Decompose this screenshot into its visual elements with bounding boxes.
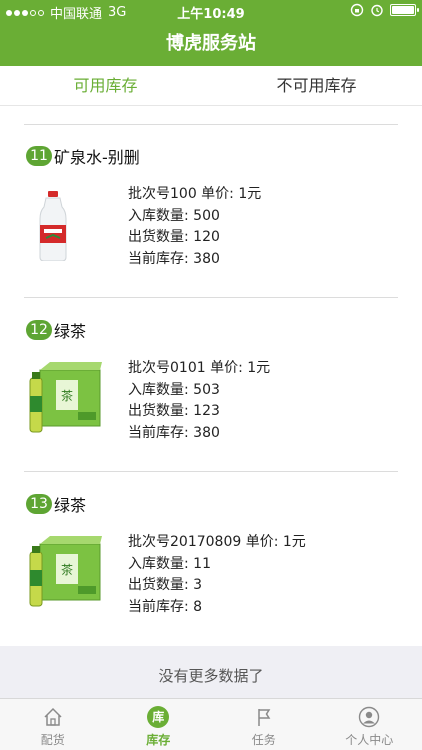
inbound-quantity-text: 入库数量: 11: [128, 555, 211, 572]
item-name: 绿茶: [54, 322, 87, 341]
outbound-quantity-text: 出货数量: 123: [128, 403, 220, 419]
current-stock-text: 当前库存: 380: [128, 250, 220, 267]
batch-price-text: 批次号100 单价: 1元: [128, 186, 262, 202]
bottom-tab-bar: 配货 库 库存 任务 个人中心: [0, 698, 422, 750]
item-details: 批次号0101 单价: 1元 入库数量: 503 出货数量: 123 当前库存:…: [128, 358, 270, 444]
item-index-badge: 11: [26, 146, 52, 166]
tab-unavailable-stock[interactable]: 不可用库存: [211, 66, 422, 105]
user-icon: [357, 705, 381, 729]
item-details: 批次号100 单价: 1元 入库数量: 500 出货数量: 120 当前库存: …: [128, 184, 261, 270]
svg-text:茶: 茶: [61, 388, 73, 403]
green-tea-box-icon: 茶: [29, 536, 102, 607]
tabbar-label: 库存: [146, 733, 171, 747]
divider: [24, 471, 398, 472]
svg-text:茶: 茶: [61, 562, 73, 577]
inventory-list: 11 矿泉水-别删 批次号100 单价: 1元 入库数量: 500 出货数量: …: [0, 106, 422, 646]
tabbar-item-profile[interactable]: 个人中心: [317, 699, 422, 750]
batch-price-text: 批次号20170809 单价: 1元: [128, 534, 306, 550]
water-bottle-icon: [39, 191, 67, 261]
home-icon: [41, 705, 65, 729]
status-bar: 中国联通 3G 上午10:49: [0, 0, 422, 22]
outbound-quantity-text: 出货数量: 120: [128, 229, 220, 245]
tabbar-label: 配货: [40, 733, 65, 747]
no-more-data-message: 没有更多数据了: [0, 646, 422, 698]
item-name: 绿茶: [54, 496, 87, 515]
divider: [24, 297, 398, 298]
tabbar-item-inventory[interactable]: 库 库存: [106, 699, 212, 750]
list-item[interactable]: 12 绿茶 茶 批次号0101 单价: 1元 入库数量: 503 出货数量: 1…: [0, 320, 422, 470]
divider: [24, 124, 398, 125]
green-tea-box-icon: 茶: [29, 362, 102, 433]
current-stock-text: 当前库存: 8: [128, 598, 203, 615]
item-details: 批次号20170809 单价: 1元 入库数量: 11 出货数量: 3 当前库存…: [128, 532, 306, 618]
item-header: 13 绿茶: [26, 494, 87, 515]
tabbar-item-delivery[interactable]: 配货: [0, 699, 106, 750]
tabbar-item-tasks[interactable]: 任务: [211, 699, 317, 750]
current-stock-text: 当前库存: 380: [128, 424, 220, 441]
item-header: 11 矿泉水-别删: [26, 146, 140, 167]
ku-icon-text: 库: [147, 706, 170, 728]
item-index-badge: 12: [26, 320, 52, 340]
tabbar-label: 个人中心: [345, 733, 394, 747]
ku-icon: 库: [146, 705, 170, 729]
tab-available-stock[interactable]: 可用库存: [0, 66, 211, 105]
flag-icon: [252, 705, 276, 729]
alarm-clock-icon: [371, 4, 383, 17]
item-header: 12 绿茶: [26, 320, 87, 341]
inbound-quantity-text: 入库数量: 500: [128, 207, 220, 224]
outbound-quantity-text: 出货数量: 3: [128, 577, 203, 593]
batch-price-text: 批次号0101 单价: 1元: [128, 360, 271, 376]
inbound-quantity-text: 入库数量: 503: [128, 381, 220, 398]
item-index-badge: 13: [26, 494, 52, 514]
inventory-tabs: 可用库存 不可用库存: [0, 66, 422, 106]
orientation-lock-icon: [350, 3, 364, 17]
item-name: 矿泉水-别删: [54, 148, 140, 167]
list-item[interactable]: 13 绿茶 茶 批次号20170809 单价: 1元 入库数量: 11 出货数量…: [0, 494, 422, 644]
page-title: 博虎服务站: [0, 22, 422, 66]
tabbar-label: 任务: [251, 733, 276, 747]
list-item[interactable]: 11 矿泉水-别删 批次号100 单价: 1元 入库数量: 500 出货数量: …: [0, 146, 422, 296]
status-right: [350, 3, 419, 17]
battery-icon: [390, 4, 419, 16]
